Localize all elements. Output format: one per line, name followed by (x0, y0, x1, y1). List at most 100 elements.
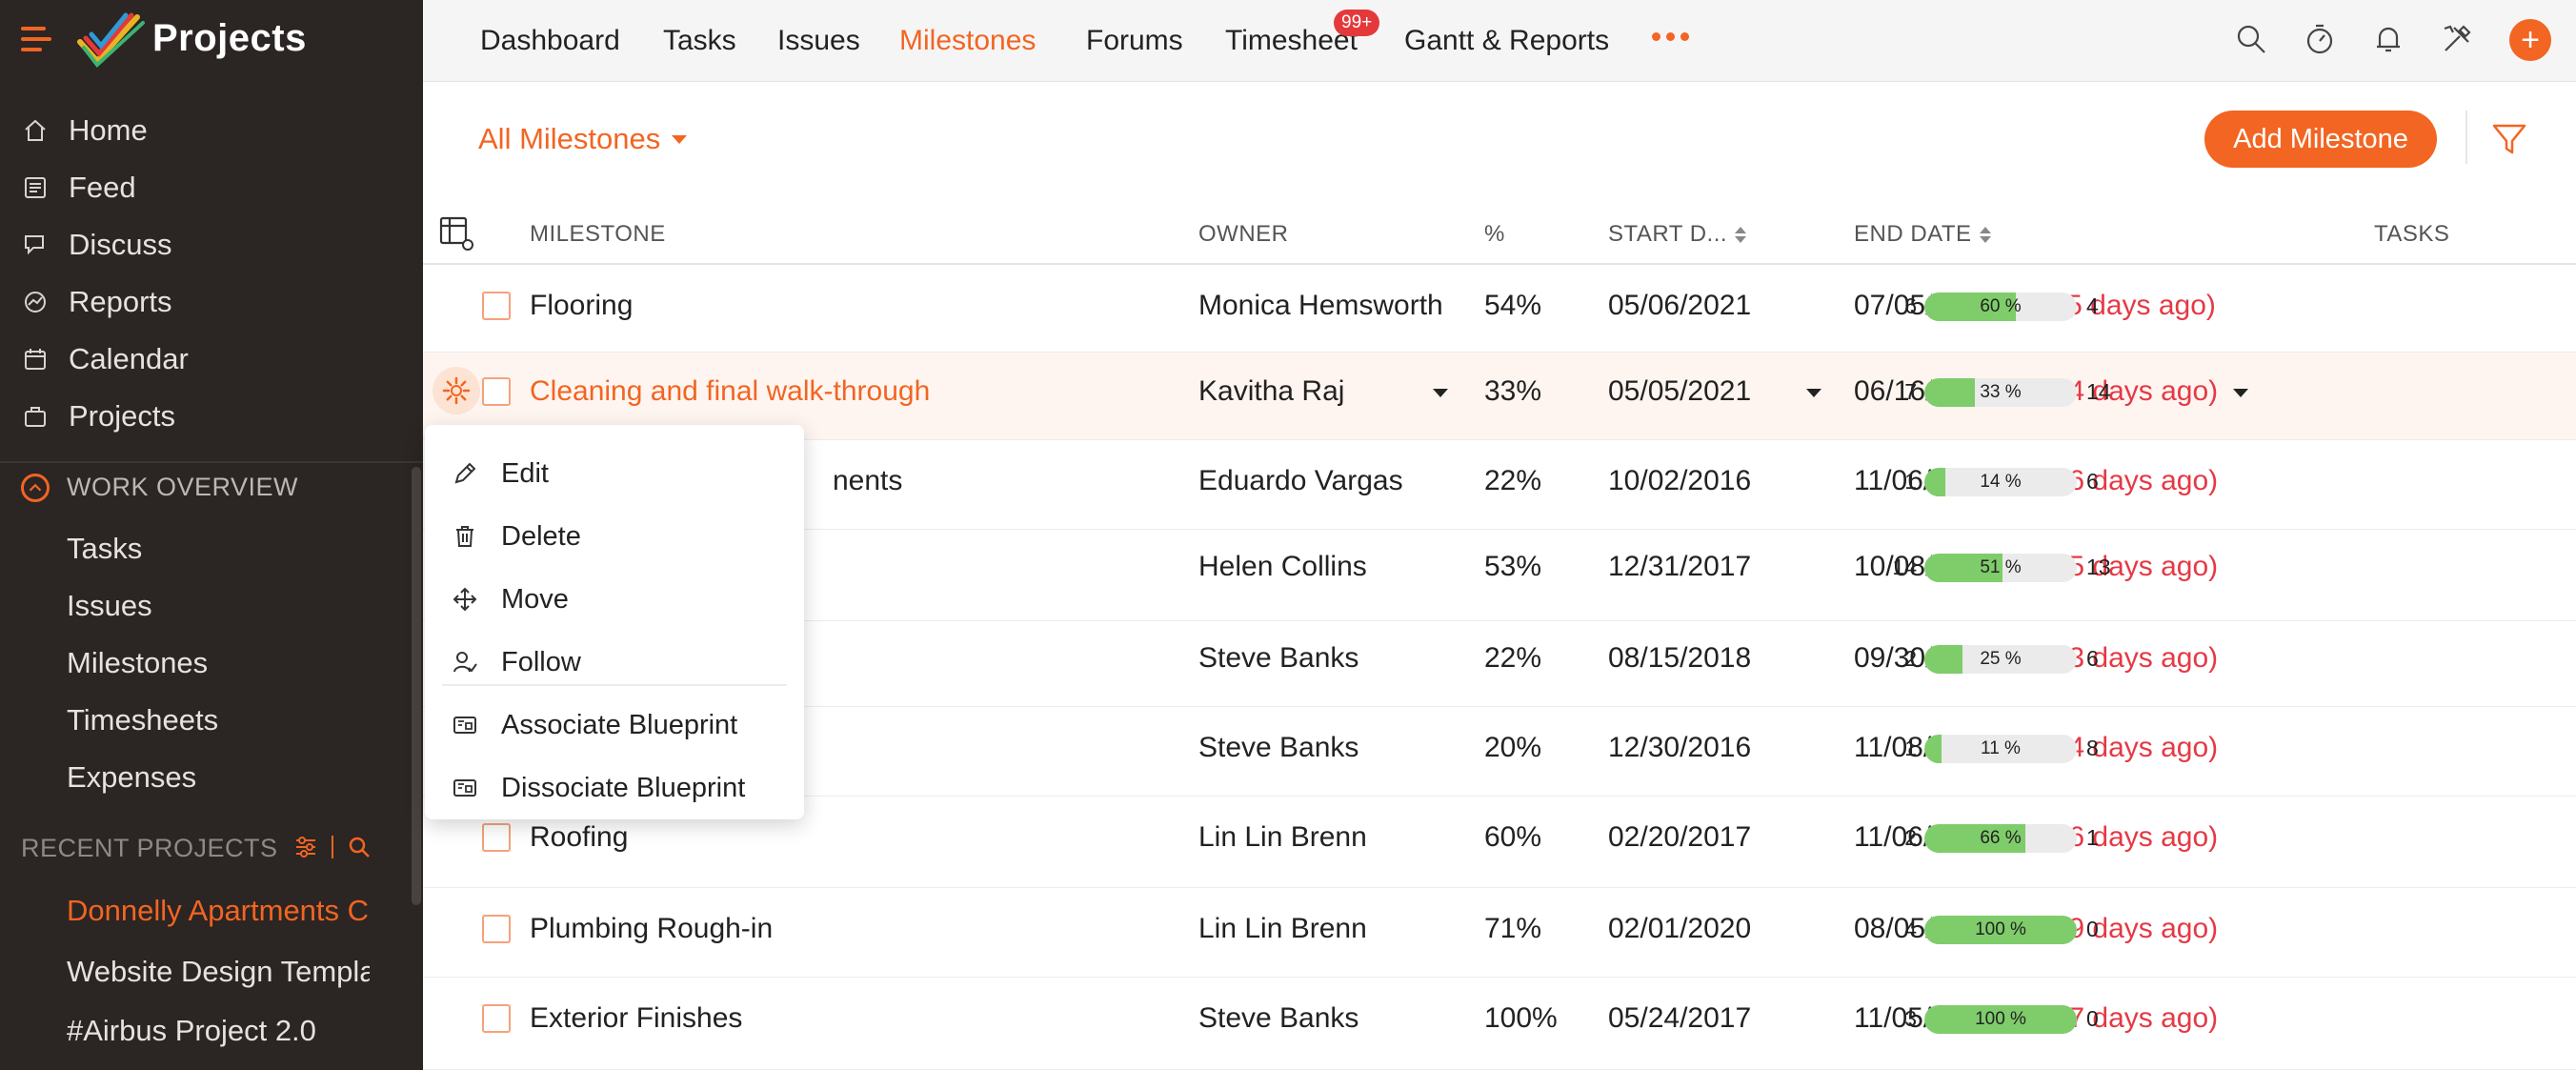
follow-icon (450, 647, 480, 677)
tasks-open-count: 1 (1904, 469, 1917, 494)
table-row[interactable]: FlooringMonica Hemsworth54%05/06/202107/… (423, 265, 2576, 353)
tasks-progress-bar: 25 % (1924, 645, 2077, 674)
tab-dashboard[interactable]: Dashboard (480, 21, 620, 61)
tasks-closed-count: 14 (2086, 379, 2111, 404)
menu-item-edit[interactable]: Edit (425, 444, 804, 503)
sort-icon[interactable] (1979, 226, 1991, 243)
inline-dropdown-icon[interactable] (1433, 389, 1448, 397)
table-row[interactable]: Exterior Finishes Steve Banks 100% 05/24/20… (423, 978, 2576, 1070)
row-checkbox[interactable] (482, 823, 511, 852)
menu-item-label: Associate Blueprint (501, 709, 738, 740)
milestone-owner: Steve Banks (1198, 642, 1359, 674)
milestone-name[interactable]: Plumbing Rough-in (530, 913, 773, 945)
work-overview-title: WORK OVERVIEW (67, 473, 299, 501)
row-settings-gear-icon[interactable] (433, 367, 480, 414)
row-checkbox[interactable] (482, 1004, 511, 1033)
milestone-start-date: 02/20/2017 (1608, 821, 1752, 853)
add-milestone-button[interactable]: Add Milestone (2204, 111, 2437, 168)
tab-issues[interactable]: Issues (777, 21, 860, 61)
tasks-closed-count: 4 (2086, 293, 2099, 318)
trash-icon (450, 521, 480, 552)
menu-item-label: Dissociate Blueprint (501, 772, 746, 803)
hamburger-icon[interactable] (21, 27, 51, 51)
view-selector[interactable]: All Milestones (478, 122, 688, 156)
move-icon (450, 584, 480, 615)
menu-item-associate-blueprint[interactable]: Associate Blueprint (425, 696, 804, 755)
sidebar-item-timesheets[interactable]: Timesheets (67, 698, 218, 742)
search-icon[interactable] (347, 835, 372, 859)
tools-icon[interactable] (2437, 19, 2477, 59)
sidebar-item-discuss[interactable]: Discuss (21, 223, 172, 267)
blueprint-icon (450, 710, 480, 740)
milestone-name[interactable]: nents (833, 465, 902, 497)
recent-project-item[interactable]: Website Design Template (67, 950, 370, 994)
sidebar-item-issues[interactable]: Issues (67, 584, 152, 628)
tasks-progress-label: 51 % (1980, 557, 2022, 577)
more-icon[interactable] (1652, 32, 1689, 41)
milestone-start-date: 10/02/2016 (1608, 465, 1752, 496)
reports-icon (21, 288, 50, 316)
tab-tasks[interactable]: Tasks (663, 21, 736, 61)
row-checkbox[interactable] (482, 377, 511, 406)
sidebar-item-label: Reports (69, 285, 172, 318)
tasks-progress-bar: 100 % (1924, 916, 2077, 944)
chevron-up-icon (21, 473, 50, 502)
row-checkbox[interactable] (482, 915, 511, 943)
recent-project-item[interactable]: #Airbus Project 2.0 (67, 1009, 370, 1053)
sliders-icon[interactable] (293, 835, 318, 859)
tasks-closed-count: 8 (2086, 736, 2099, 760)
row-checkbox[interactable] (482, 292, 511, 320)
menu-item-dissociate-blueprint[interactable]: Dissociate Blueprint (425, 758, 804, 818)
timer-icon[interactable] (2300, 19, 2340, 59)
column-settings-icon[interactable] (438, 215, 476, 253)
milestone-name[interactable]: Cleaning and final walk-through (530, 375, 930, 408)
sidebar-item-projects[interactable]: Projects (21, 394, 175, 438)
tab-milestones[interactable]: Milestones (899, 21, 1036, 61)
column-header-end-date[interactable]: END DATE (1854, 221, 1991, 248)
milestone-name[interactable]: Flooring (530, 290, 633, 322)
tasks-progress-label: 100 % (1975, 919, 2026, 939)
milestone-percent: 100% (1484, 1002, 1558, 1034)
tasks-progress-label: 14 % (1980, 472, 2022, 492)
recent-project-item[interactable]: Donnelly Apartments Construction (67, 889, 370, 933)
table-row[interactable]: Plumbing Rough-in Lin Lin Brenn 71% 02/01/2… (423, 888, 2576, 978)
tasks-progress-label: 100 % (1975, 1009, 2026, 1029)
briefcase-icon (21, 402, 50, 431)
inline-dropdown-icon[interactable] (1806, 389, 1821, 397)
bell-icon[interactable] (2368, 19, 2408, 59)
timesheet-badge: 99+ (1334, 10, 1380, 36)
sidebar-scrollbar[interactable] (412, 467, 421, 905)
feed-icon (21, 173, 50, 202)
inline-dropdown-icon[interactable] (2233, 389, 2248, 397)
menu-item-follow[interactable]: Follow (425, 633, 804, 692)
tasks-closed-count: 0 (2086, 917, 2099, 941)
sidebar-item-calendar[interactable]: Calendar (21, 337, 189, 381)
menu-item-move[interactable]: Move (425, 570, 804, 629)
milestone-owner: Lin Lin Brenn (1198, 913, 1367, 944)
filter-icon[interactable] (2488, 118, 2530, 160)
search-icon[interactable] (2231, 19, 2271, 59)
column-header-percent[interactable]: % (1484, 221, 1505, 248)
column-header-owner[interactable]: OWNER (1198, 221, 1289, 248)
column-header-start-date[interactable]: START D... (1608, 221, 1747, 248)
plus-icon[interactable]: + (2509, 19, 2551, 61)
sidebar-item-milestones[interactable]: Milestones (67, 641, 208, 685)
milestone-name[interactable]: Roofing (530, 821, 628, 854)
tools-separator (332, 836, 333, 858)
work-overview-toggle[interactable]: WORK OVERVIEW (21, 473, 298, 502)
sidebar-item-expenses[interactable]: Expenses (67, 756, 196, 799)
sidebar-item-tasks[interactable]: Tasks (67, 527, 142, 571)
milestone-start-date: 05/24/2017 (1608, 1002, 1752, 1034)
menu-item-delete[interactable]: Delete (425, 507, 804, 566)
sidebar-item-home[interactable]: Home (21, 109, 148, 152)
column-header-tasks[interactable]: TASKS (2374, 221, 2449, 248)
milestone-name[interactable]: Exterior Finishes (530, 1002, 742, 1035)
sidebar-item-feed[interactable]: Feed (21, 166, 136, 210)
menu-item-label: Move (501, 583, 569, 615)
sidebar-item-reports[interactable]: Reports (21, 280, 172, 324)
tasks-progress-bar: 51 % (1924, 554, 2077, 582)
column-header-milestone[interactable]: MILESTONE (530, 221, 666, 248)
tab-forums[interactable]: Forums (1086, 21, 1183, 61)
sort-icon[interactable] (1735, 226, 1747, 243)
tab-gantt-reports[interactable]: Gantt & Reports (1404, 21, 1609, 61)
